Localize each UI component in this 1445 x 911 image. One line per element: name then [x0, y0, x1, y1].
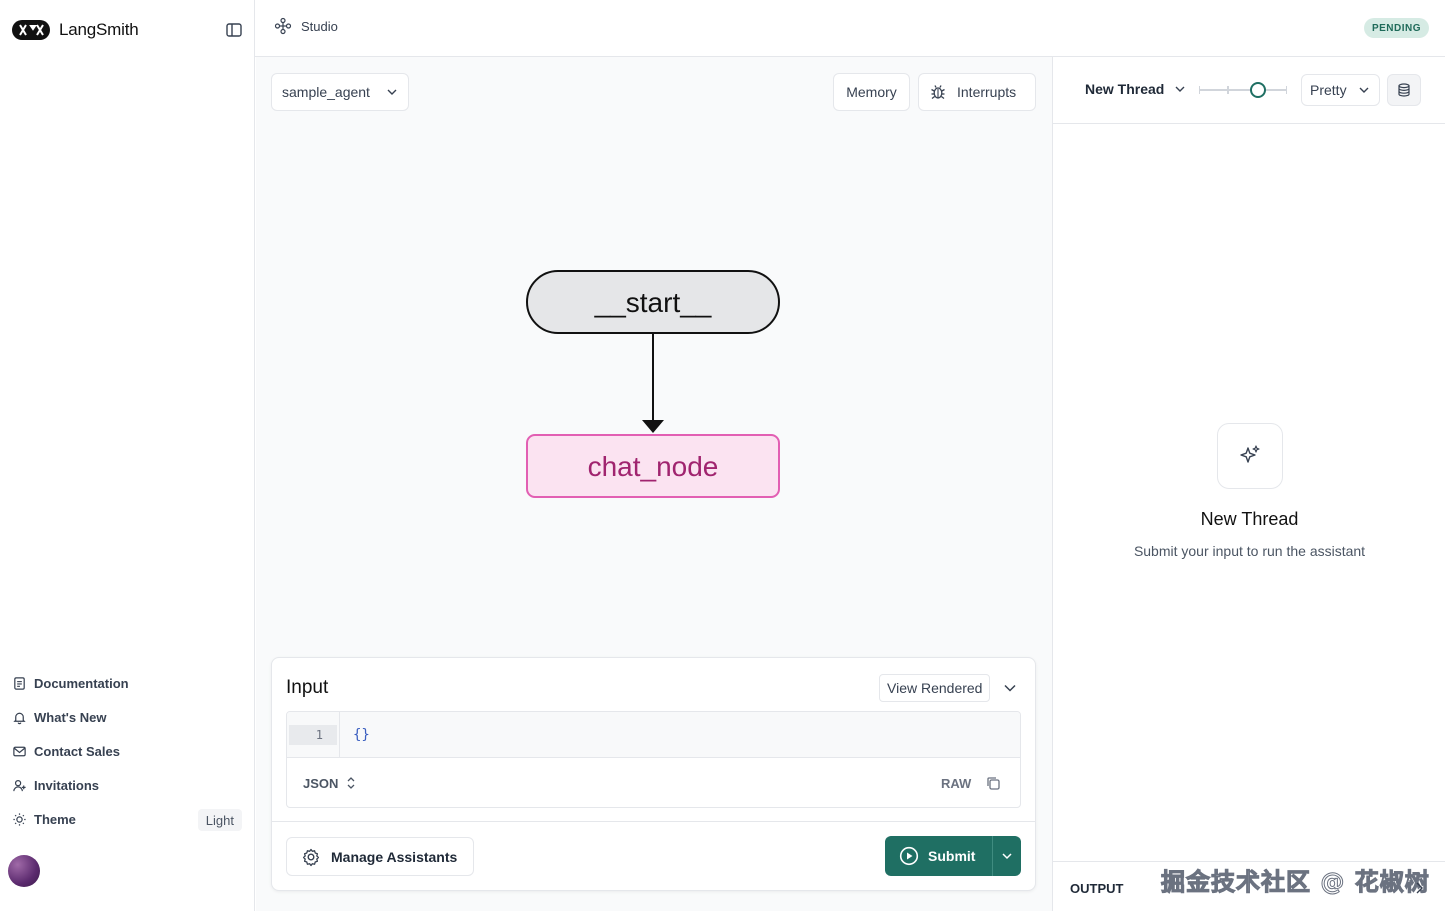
submit-group: Submit	[885, 836, 1021, 876]
node-start[interactable]: __start__	[526, 270, 780, 334]
empty-state-icon-box	[1217, 423, 1283, 489]
thread-panel: New Thread Pretty New Thread Submit your…	[1052, 57, 1445, 911]
empty-state-title: New Thread	[1200, 509, 1299, 529]
output-bar: OUTPUT 掘金技术社区 @ 花椒树	[1053, 861, 1445, 911]
sidebar-item-theme[interactable]: Theme Light	[12, 802, 244, 836]
bell-icon	[13, 712, 26, 724]
chevron-down-icon	[387, 89, 397, 95]
chevron-down-icon[interactable]	[1002, 680, 1018, 701]
sidebar-item-whats-new[interactable]: What's New	[12, 700, 244, 734]
sidebar-item-label: Contact Sales	[34, 743, 120, 759]
sidebar-nav: Documentation What's New Contact Sales I…	[12, 666, 244, 836]
sidebar-item-label: What's New	[34, 709, 107, 725]
collapse-sidebar-icon[interactable]	[225, 21, 243, 39]
code-line[interactable]: {}	[353, 725, 370, 745]
watermark: 掘金技术社区 @ 花椒树	[1161, 868, 1430, 897]
input-panel-footer: Manage Assistants Submit	[272, 821, 1035, 890]
node-start-label: __start__	[594, 287, 712, 318]
status-badge: PENDING	[1363, 18, 1429, 38]
history-slider[interactable]	[1199, 79, 1287, 101]
sidebar-item-invitations[interactable]: Invitations	[12, 768, 244, 802]
avatar[interactable]	[8, 855, 40, 887]
editor-footer: JSON RAW	[287, 759, 1020, 807]
interrupts-label: Interrupts	[957, 84, 1017, 100]
editor-gutter: 1	[287, 712, 340, 758]
node-chat-label: chat_node	[588, 451, 719, 482]
sidebar-item-documentation[interactable]: Documentation	[12, 666, 244, 700]
chevron-down-icon	[1175, 86, 1185, 92]
assistant-select[interactable]: sample_agent	[271, 73, 409, 111]
sidebar: LangSmith Documentation What's New Conta…	[0, 0, 255, 911]
format-select[interactable]: JSON	[303, 775, 356, 791]
json-editor[interactable]: 1 {} JSON RAW	[286, 711, 1021, 808]
thread-select-value: New Thread	[1085, 81, 1165, 97]
breadcrumb[interactable]: Studio	[274, 17, 338, 35]
graph-icon	[274, 17, 292, 35]
thread-select[interactable]: New Thread	[1085, 81, 1186, 97]
database-button[interactable]	[1387, 74, 1421, 106]
brand[interactable]: LangSmith	[12, 18, 139, 42]
submit-options-button[interactable]	[992, 836, 1021, 876]
user-plus-icon	[13, 779, 26, 791]
bug-icon	[931, 85, 945, 100]
assistant-select-value: sample_agent	[282, 84, 370, 100]
input-panel: Input View Rendered 1 {} JSON RAW Manage…	[271, 657, 1036, 891]
document-icon	[14, 676, 25, 690]
graph-diagram: __start__ chat_node	[526, 270, 780, 498]
sun-icon	[13, 812, 26, 826]
input-title: Input	[286, 677, 329, 698]
sidebar-item-label: Theme	[34, 811, 76, 827]
submit-label: Submit	[928, 848, 976, 864]
chevron-right-icon[interactable]	[1413, 881, 1425, 900]
sidebar-item-label: Documentation	[34, 675, 129, 691]
view-rendered-button[interactable]: View Rendered	[879, 674, 991, 702]
graph-canvas[interactable]: __start__ chat_node sample_agent Memory …	[256, 57, 1052, 911]
editor-code-area[interactable]: 1 {}	[287, 712, 1020, 758]
chevron-down-icon	[1002, 853, 1012, 860]
output-toggle[interactable]: OUTPUT	[1070, 881, 1123, 896]
brand-name: LangSmith	[59, 20, 139, 39]
gear-icon	[302, 848, 320, 866]
chevron-down-icon	[1359, 87, 1369, 93]
submit-button[interactable]: Submit	[885, 836, 992, 876]
manage-assistants-label: Manage Assistants	[331, 848, 458, 865]
breadcrumb-label: Studio	[301, 18, 338, 34]
line-number: 1	[289, 725, 337, 745]
copy-icon[interactable]	[986, 776, 1001, 796]
render-mode-value: Pretty	[1310, 82, 1347, 98]
raw-toggle[interactable]: RAW	[941, 776, 971, 791]
theme-value[interactable]: Light	[197, 809, 242, 831]
slider-handle[interactable]	[1250, 82, 1266, 98]
memory-button[interactable]: Memory	[833, 73, 910, 111]
chevron-up-down-icon	[347, 777, 355, 789]
empty-state-subtitle: Submit your input to run the assistant	[1133, 543, 1366, 559]
sidebar-item-label: Invitations	[34, 777, 100, 793]
mail-icon	[13, 746, 26, 756]
render-mode-select[interactable]: Pretty	[1301, 74, 1380, 106]
langsmith-logo-icon	[12, 20, 50, 40]
sparkles-icon	[1240, 445, 1260, 463]
interrupts-button[interactable]: Interrupts	[918, 73, 1036, 111]
edge-arrow-icon	[642, 420, 664, 433]
play-circle-icon	[899, 846, 919, 866]
database-icon	[1398, 83, 1410, 97]
format-select-value: JSON	[303, 775, 339, 791]
manage-assistants-button[interactable]: Manage Assistants	[286, 837, 475, 876]
thread-panel-header: New Thread Pretty	[1053, 57, 1445, 124]
sidebar-item-contact-sales[interactable]: Contact Sales	[12, 734, 244, 768]
node-chat[interactable]: chat_node	[526, 434, 780, 498]
topbar: Studio PENDING	[255, 0, 1445, 57]
